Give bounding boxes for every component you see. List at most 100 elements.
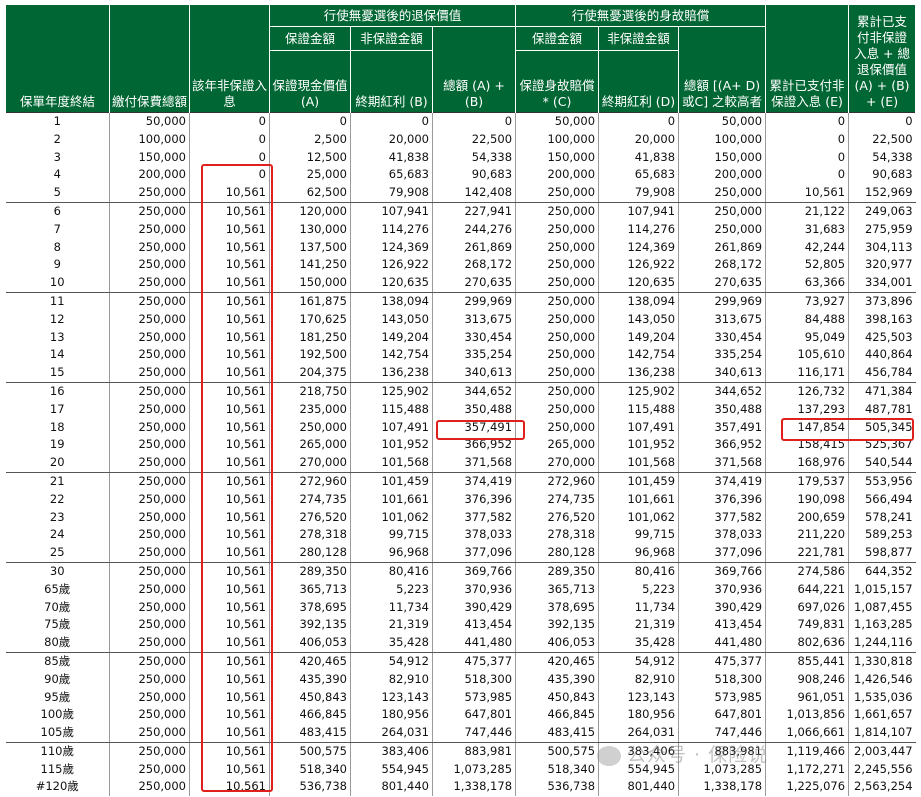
- cell-policy-year: 24: [49, 527, 65, 542]
- cell-terminal-bonus-death: 114,276: [598, 220, 679, 239]
- cell-cumulative-income: 1,172,271: [765, 760, 849, 779]
- cell-cumulative-total: 1,244,116: [848, 634, 916, 653]
- cell-terminal-bonus: 79,908: [350, 184, 433, 203]
- cell-total-premium: 250,000: [109, 490, 190, 509]
- cell-total-death: 268,172: [678, 256, 766, 275]
- cell-cumulative-income: 95,049: [765, 328, 849, 347]
- cell-cumulative-total: 471,384: [848, 382, 916, 401]
- highlight-annual-income-column: [201, 164, 273, 792]
- cell-policy-year: 75歲: [44, 617, 71, 632]
- cell-terminal-bonus-death: 101,952: [598, 436, 679, 455]
- cell-total-surrender: 883,981: [431, 742, 516, 761]
- cell-guaranteed-cash-value: 12,500: [269, 148, 351, 167]
- table-row: 10 250,000 10,561 150,000 120,635 270,635 250,…: [5, 274, 916, 293]
- cell-guaranteed-death-benefit: 250,000: [515, 274, 599, 293]
- cell-total-premium: 250,000: [109, 616, 190, 635]
- cell-guaranteed-cash-value: 181,250: [269, 328, 351, 347]
- cell-terminal-bonus-death: 101,568: [598, 454, 679, 473]
- cell-guaranteed-cash-value: 250,000: [269, 418, 351, 437]
- cell-total-premium: 250,000: [109, 472, 190, 491]
- cell-cumulative-total: 334,001: [848, 274, 916, 293]
- cell-guaranteed-death-benefit: 435,390: [515, 670, 599, 689]
- cell-cumulative-total: 1,661,657: [848, 706, 916, 725]
- cell-cumulative-income: 63,366: [765, 274, 849, 293]
- cell-guaranteed-cash-value: 161,875: [269, 292, 351, 311]
- cell-terminal-bonus-death: 35,428: [598, 634, 679, 653]
- cell-terminal-bonus: 11,734: [350, 598, 433, 617]
- cell-terminal-bonus: 143,050: [350, 310, 433, 329]
- policy-value-table: 保單年度終結 繳付保費總額 該年非保證入息 行使無憂選後的退保價值 行使無憂選後…: [5, 5, 917, 797]
- cell-terminal-bonus-death: 54,912: [598, 652, 679, 671]
- table-row: 65歲 250,000 10,561 365,713 5,223 370,936 365,7…: [6, 580, 916, 599]
- cell-total-surrender: 518,300: [431, 670, 516, 689]
- cell-terminal-bonus-death: 180,956: [598, 706, 679, 725]
- cell-terminal-bonus: 99,715: [350, 526, 433, 545]
- cell-cumulative-total: 1,163,285: [848, 616, 916, 635]
- cell-terminal-bonus-death: 136,238: [598, 364, 679, 383]
- cell-cumulative-income: 42,244: [765, 238, 849, 257]
- cell-cumulative-income: 802,636: [765, 634, 849, 653]
- cell-total-premium: 250,000: [109, 238, 190, 257]
- cell-guaranteed-death-benefit: 265,000: [515, 436, 599, 455]
- cell-guaranteed-cash-value: 378,695: [269, 598, 351, 617]
- cell-total-premium: 250,000: [109, 706, 190, 725]
- cell-cumulative-income: 1,066,661: [765, 724, 849, 743]
- cell-cumulative-total: 373,896: [848, 292, 916, 311]
- cell-guaranteed-death-benefit: 420,465: [515, 652, 599, 671]
- cell-policy-year: 105歲: [5, 724, 110, 743]
- cell-terminal-bonus: 554,945: [350, 760, 433, 779]
- cell-cumulative-income: 908,246: [765, 670, 849, 689]
- cell-total-death: 261,869: [678, 238, 766, 257]
- cell-terminal-bonus-death: 125,902: [598, 382, 679, 401]
- cell-terminal-bonus: 101,568: [350, 454, 433, 473]
- cell-total-premium: 250,000: [109, 778, 190, 797]
- cell-total-death: 376,396: [678, 490, 766, 509]
- cell-terminal-bonus: 0: [350, 111, 433, 131]
- cell-terminal-bonus-death: 101,459: [598, 472, 679, 491]
- cell-guaranteed-cash-value: 270,000: [269, 454, 351, 473]
- cell-cumulative-total: 578,241: [848, 508, 916, 527]
- cell-policy-year: 21: [49, 473, 65, 488]
- cell-cumulative-income: 168,976: [765, 454, 849, 473]
- cell-terminal-bonus-death: 107,491: [598, 418, 679, 437]
- cell-policy-year: 80歲: [5, 634, 110, 653]
- cell-guaranteed-death-benefit: 250,000: [515, 346, 599, 365]
- cell-cumulative-income: 73,927: [765, 292, 849, 311]
- table-row: 17 250,000 10,561 235,000 115,488 350,488 250,…: [6, 400, 916, 419]
- cell-terminal-bonus-death: 124,369: [598, 238, 679, 257]
- cell-total-premium: 250,000: [109, 634, 190, 653]
- cell-terminal-bonus-death: 123,143: [598, 688, 679, 707]
- cell-terminal-bonus-death: 65,683: [598, 166, 679, 185]
- cell-total-death: 475,377: [678, 652, 766, 671]
- cell-total-surrender: 90,683: [431, 166, 516, 185]
- cell-cumulative-income: 1,119,466: [765, 742, 849, 761]
- cell-total-death: 313,675: [678, 310, 766, 329]
- cell-total-premium: 50,000: [109, 111, 190, 131]
- cell-guaranteed-cash-value: 274,735: [269, 490, 351, 509]
- cell-terminal-bonus-death: 801,440: [598, 778, 679, 797]
- cell-guaranteed-cash-value: 272,960: [269, 472, 351, 491]
- cell-total-premium: 250,000: [109, 724, 190, 743]
- cell-total-death: 344,652: [678, 382, 766, 401]
- cell-guaranteed-death-benefit: 406,053: [515, 634, 599, 653]
- cell-total-death: 377,096: [678, 544, 766, 563]
- cell-terminal-bonus: 138,094: [350, 292, 433, 311]
- cell-total-death: 250,000: [678, 220, 766, 239]
- cell-guaranteed-death-benefit: 50,000: [515, 111, 599, 131]
- cell-guaranteed-death-benefit: 272,960: [515, 472, 599, 491]
- table-row: 14 250,000 10,561 192,500 142,754 335,254 250,…: [6, 346, 916, 365]
- cell-cumulative-income: 137,293: [765, 400, 849, 419]
- cell-total-surrender: 344,652: [431, 382, 516, 401]
- cell-annual-income: 0: [189, 111, 270, 131]
- cell-total-death: 518,300: [678, 670, 766, 689]
- cell-total-premium: 250,000: [109, 598, 190, 617]
- cell-guaranteed-death-benefit: 518,340: [515, 760, 599, 779]
- header-guaranteed-death: 保證金額: [515, 26, 600, 51]
- header-non-guaranteed: 非保證金額: [350, 26, 433, 51]
- table-row: 12 250,000 10,561 170,625 143,050 313,675 250,…: [6, 310, 916, 329]
- cell-terminal-bonus: 142,754: [350, 346, 433, 365]
- header-cumulative-income: 累計已支付非保證入息 (E): [765, 5, 850, 113]
- cell-terminal-bonus: 107,491: [350, 418, 433, 437]
- cell-total-premium: 150,000: [109, 148, 190, 167]
- cell-cumulative-total: 1,814,107: [848, 724, 916, 743]
